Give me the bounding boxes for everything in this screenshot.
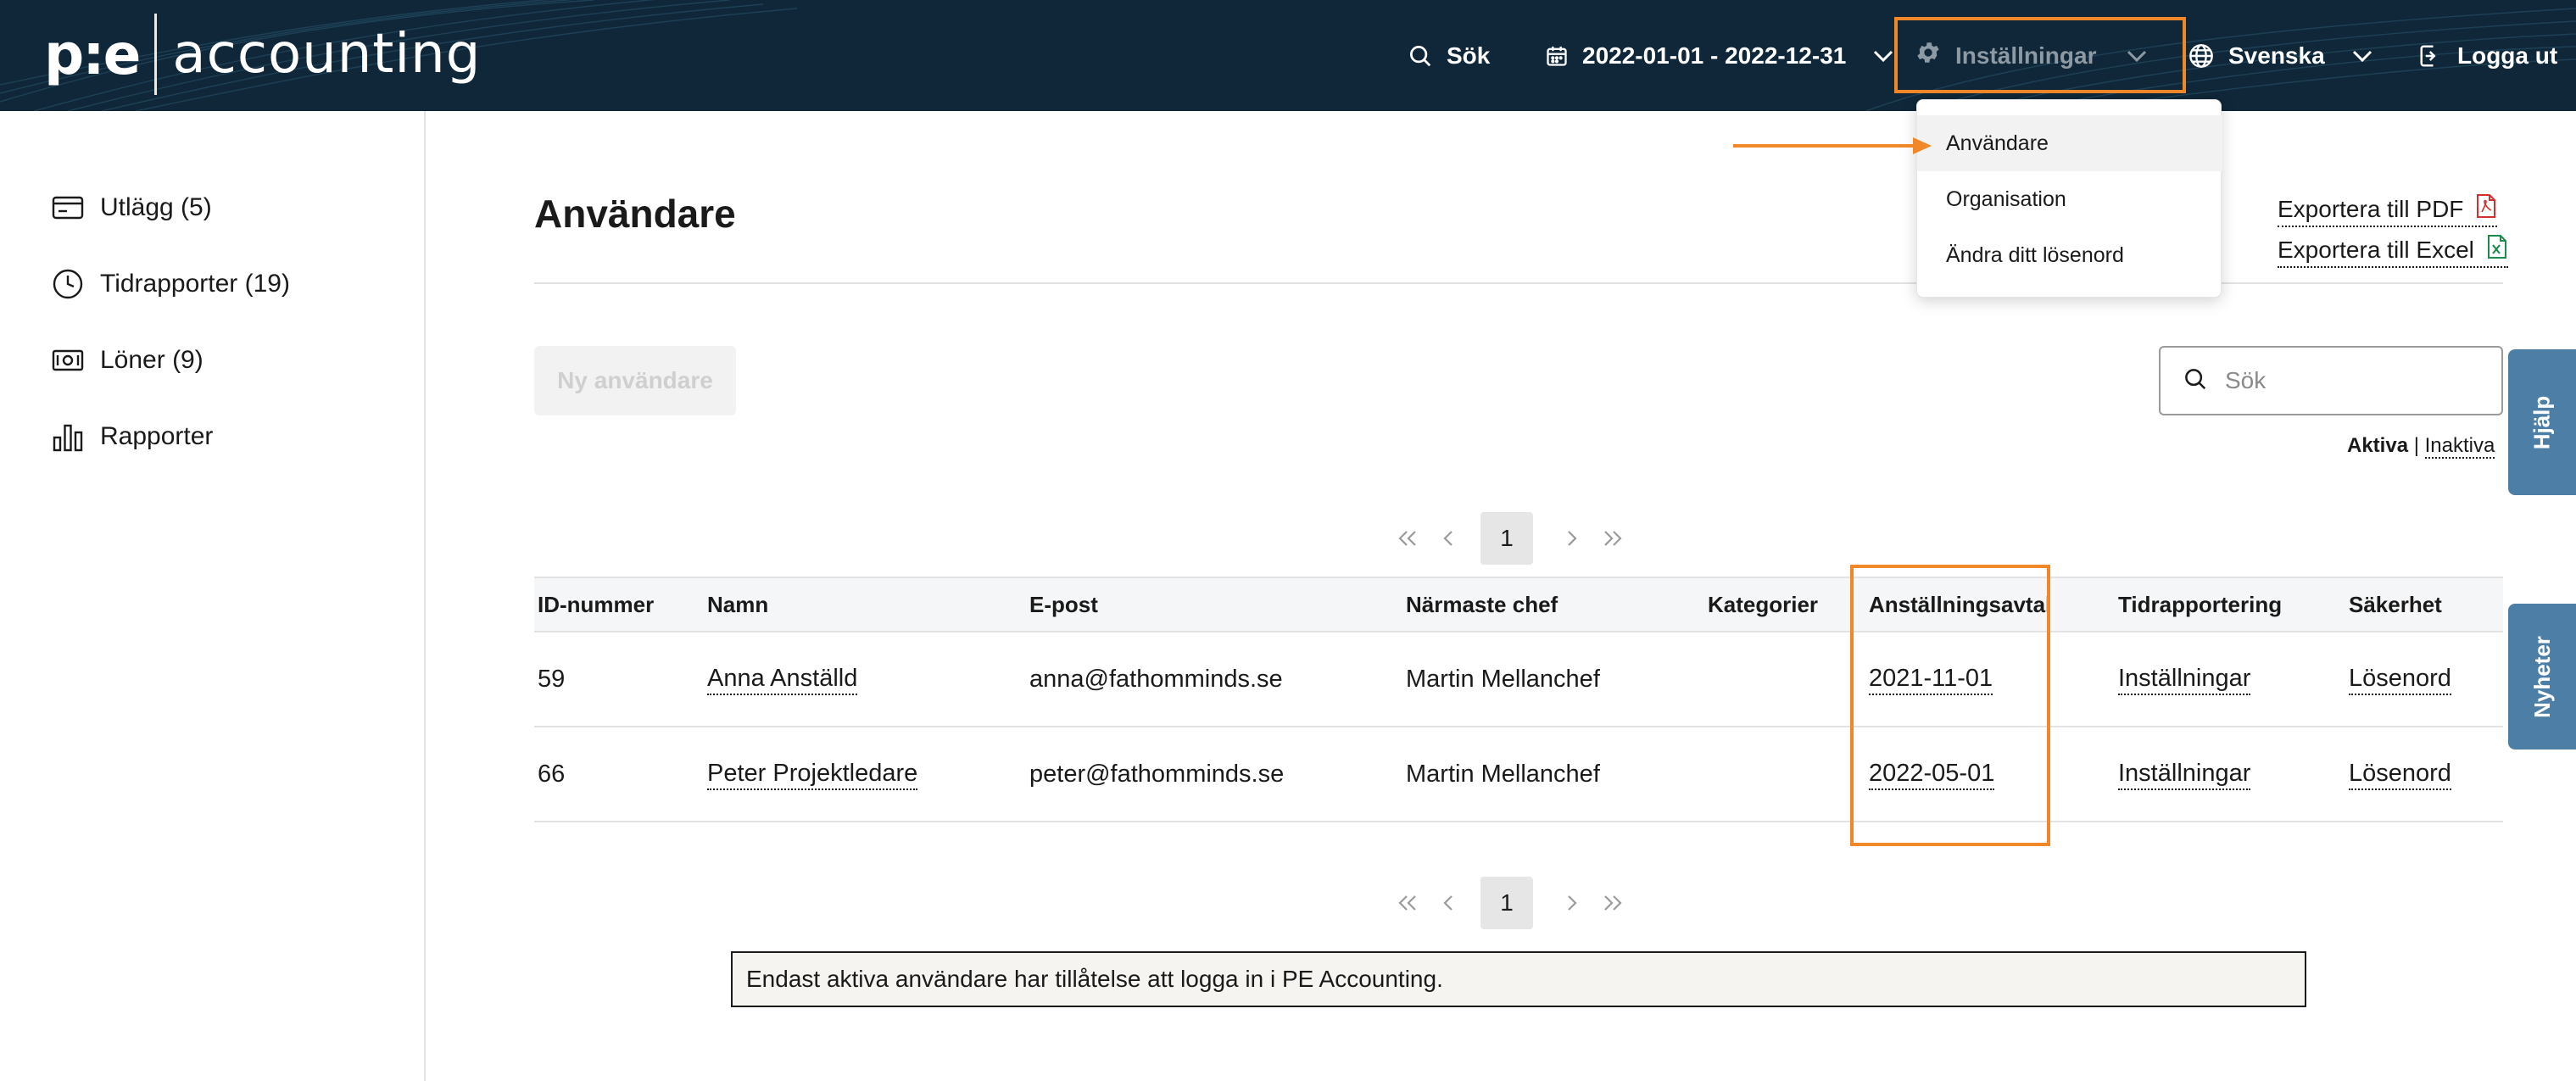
pagination-top: 1 [1387, 512, 1633, 565]
logout-label: Logga ut [2457, 42, 2558, 69]
header-search-label: Sök [1447, 42, 1491, 69]
annotation-arrow-icon [1733, 137, 1932, 154]
last-page-icon[interactable] [1592, 512, 1633, 565]
table-header: ID-nummer Namn E-post Närmaste chef Kate… [534, 577, 2503, 632]
export-pdf-link[interactable]: Exportera till PDF [2278, 193, 2498, 227]
globe-icon [2188, 42, 2215, 70]
pdf-file-icon [2475, 193, 2497, 226]
timereport-settings-link[interactable]: Inställningar [2118, 663, 2251, 695]
column-header-id: ID-nummer [538, 591, 655, 617]
receipt-card-icon [51, 195, 85, 220]
password-link[interactable]: Lösenord [2349, 758, 2451, 790]
user-name-link[interactable]: Anna Anställd [707, 663, 858, 695]
sidebar-item-rapporter[interactable]: Rapporter [51, 415, 213, 458]
search-input[interactable] [2225, 367, 2479, 394]
sidebar: Utlägg (5) Tidrapporter (19) Löner (9) R… [0, 111, 426, 1081]
previous-page-icon[interactable] [1428, 512, 1469, 565]
next-page-icon[interactable] [1552, 877, 1592, 929]
menu-item-organisation[interactable]: Organisation [1917, 171, 2222, 227]
menu-item-anvandare[interactable]: Användare [1917, 115, 2222, 171]
table-row: 59 Anna Anställd anna@fathomminds.se Mar… [534, 632, 2503, 727]
money-icon [51, 348, 85, 373]
logo-text: accounting [172, 23, 482, 86]
help-tab[interactable]: Hjälp [2508, 349, 2576, 495]
export-excel-link[interactable]: Exportera till Excel [2278, 234, 2508, 268]
previous-page-icon[interactable] [1428, 877, 1469, 929]
settings-highlight-annotation [1894, 17, 2186, 93]
new-user-button[interactable]: Ny användare [534, 346, 736, 415]
date-range-label: 2022-01-01 - 2022-12-31 [1582, 42, 1847, 69]
export-excel-label: Exportera till Excel [2278, 237, 2474, 263]
settings-dropdown-menu: Användare Organisation Ändra ditt löseno… [1916, 99, 2222, 298]
top-header: p:e accounting Sök 2022-01-01 - 2022-12-… [0, 0, 2576, 111]
header-search-button[interactable]: Sök [1408, 0, 1490, 111]
chevron-down-icon [2350, 48, 2374, 64]
column-header-manager: Närmaste chef [1406, 591, 1558, 617]
column-header-security: Säkerhet [2349, 591, 2442, 617]
sidebar-item-tidrapporter[interactable]: Tidrapporter (19) [51, 263, 290, 305]
logout-icon [2418, 43, 2444, 69]
sidebar-item-label: Tidrapporter (19) [100, 270, 290, 298]
first-page-icon[interactable] [1387, 512, 1428, 565]
news-tab-label: Nyheter [2529, 635, 2555, 718]
active-filter: Aktiva | Inaktiva [2347, 434, 2495, 459]
sidebar-item-loner[interactable]: Löner (9) [51, 339, 204, 382]
column-header-email: E-post [1029, 591, 1098, 617]
search-icon [2183, 366, 2208, 396]
chevron-down-icon [1871, 48, 1895, 64]
filter-inactive[interactable]: Inaktiva [2424, 434, 2495, 459]
password-link[interactable]: Lösenord [2349, 663, 2451, 695]
search-icon [1408, 43, 1433, 69]
cell-email: anna@fathomminds.se [1029, 665, 1283, 693]
logo-divider [154, 14, 158, 95]
first-page-icon[interactable] [1387, 877, 1428, 929]
calendar-icon [1545, 44, 1569, 68]
page-title: Användare [534, 192, 736, 236]
filter-active[interactable]: Aktiva [2347, 434, 2408, 457]
contract-column-highlight-annotation [1850, 565, 2050, 846]
column-header-timereport: Tidrapportering [2118, 591, 2283, 617]
sidebar-item-label: Rapporter [100, 422, 214, 450]
menu-item-change-password[interactable]: Ändra ditt lösenord [1917, 227, 2222, 283]
news-tab[interactable]: Nyheter [2508, 604, 2576, 749]
last-page-icon[interactable] [1592, 877, 1633, 929]
timereport-settings-link[interactable]: Inställningar [2118, 758, 2251, 790]
language-label: Svenska [2228, 42, 2325, 69]
pagination-bottom: 1 [1387, 877, 1633, 929]
pe-accounting-logo[interactable]: p:e accounting [44, 12, 481, 97]
export-pdf-label: Exportera till PDF [2278, 196, 2464, 222]
cell-id: 66 [538, 760, 566, 788]
column-header-name: Namn [707, 591, 769, 617]
sidebar-item-label: Löner (9) [100, 346, 204, 374]
current-page[interactable]: 1 [1480, 512, 1533, 565]
user-name-link[interactable]: Peter Projektledare [707, 758, 918, 790]
cell-email: peter@fathomminds.se [1029, 760, 1285, 788]
logo-mark: p:e [44, 21, 141, 87]
sidebar-item-utlagg[interactable]: Utlägg (5) [51, 187, 212, 229]
filter-separator: | [2413, 434, 2419, 457]
table-row: 66 Peter Projektledare peter@fathomminds… [534, 727, 2503, 822]
current-page[interactable]: 1 [1480, 877, 1533, 929]
cell-manager: Martin Mellanchef [1406, 760, 1600, 788]
sidebar-item-label: Utlägg (5) [100, 193, 212, 221]
language-selector[interactable]: Svenska [2188, 0, 2374, 111]
logout-button[interactable]: Logga ut [2418, 0, 2557, 111]
date-range-selector[interactable]: 2022-01-01 - 2022-12-31 [1545, 0, 1895, 111]
users-table: ID-nummer Namn E-post Närmaste chef Kate… [534, 577, 2503, 822]
next-page-icon[interactable] [1552, 512, 1592, 565]
bar-chart-icon [51, 421, 85, 453]
cell-id: 59 [538, 665, 566, 693]
cell-manager: Martin Mellanchef [1406, 665, 1600, 693]
clock-icon [51, 268, 85, 300]
notice-box: Endast aktiva användare har tillåtelse a… [731, 951, 2306, 1007]
user-search-field[interactable] [2159, 346, 2503, 415]
column-header-categories: Kategorier [1708, 591, 1819, 617]
excel-file-icon [2486, 234, 2508, 266]
help-tab-label: Hjälp [2529, 395, 2555, 449]
